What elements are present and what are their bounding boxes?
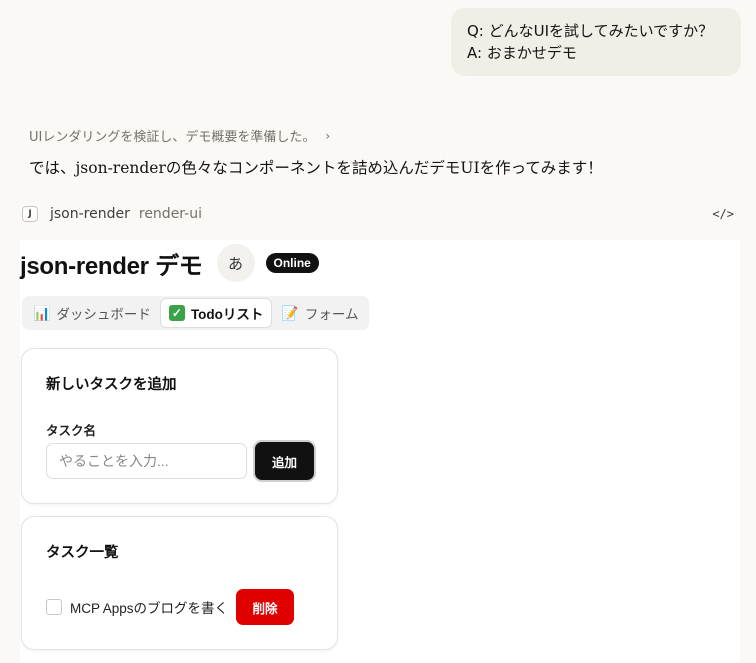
task-name-input[interactable] — [46, 443, 247, 479]
todo-checkbox[interactable] — [46, 599, 62, 615]
rendered-ui-frame: json-render デモ あ Online 📊 ダッシュボード ✓ Todo… — [20, 240, 740, 663]
assistant-reply: では、json-renderの色々なコンポーネントを詰め込んだデモUIを作ってみ… — [29, 159, 603, 177]
user-question: Q: どんなUIを試してみたいですか？ — [467, 22, 714, 40]
tab-form-label: フォーム — [304, 307, 359, 322]
thinking-summary[interactable]: UIレンダリングを検証し、デモ概要を準備した。 › — [29, 126, 330, 146]
app-title: json-render デモ — [20, 252, 203, 280]
add-task-button[interactable]: 追加 — [255, 442, 314, 480]
user-answer: A: おまかせデモ — [467, 44, 577, 62]
task-name-label: タスク名 — [46, 424, 97, 438]
tab-dashboard[interactable]: 📊 ダッシュボード — [25, 299, 159, 327]
delete-task-button[interactable]: 削除 — [236, 589, 295, 625]
task-list-card: タスク一覧 MCP Appsのブログを書く 削除 — [21, 516, 338, 650]
task-list-title: タスク一覧 — [46, 545, 119, 561]
tab-todo-list[interactable]: ✓ Todoリスト — [160, 299, 272, 327]
avatar: あ — [216, 244, 255, 282]
tab-form[interactable]: 📝 フォーム — [273, 299, 366, 327]
todo-text: MCP Appsのブログを書く — [70, 601, 229, 616]
artifact-name: json-render — [50, 206, 130, 222]
list-item: MCP Appsのブログを書く 削除 — [46, 589, 295, 625]
artifact-type: render-ui — [138, 206, 202, 222]
status-badge: Online — [265, 253, 319, 273]
code-toggle-icon[interactable]: </> — [712, 207, 734, 221]
check-mark-icon: ✓ — [168, 305, 185, 321]
tab-bar: 📊 ダッシュボード ✓ Todoリスト 📝 フォーム — [22, 296, 370, 330]
chevron-right-icon[interactable]: › — [325, 129, 330, 143]
tab-dashboard-label: ダッシュボード — [56, 307, 151, 322]
app-header: json-render デモ あ Online — [20, 244, 319, 282]
add-task-card-title: 新しいタスクを追加 — [46, 377, 177, 393]
bar-chart-icon: 📊 — [33, 304, 51, 321]
user-message-bubble: Q: どんなUIを試してみたいですか？ A: おまかせデモ — [451, 8, 741, 76]
tab-todo-list-label: Todoリスト — [190, 307, 264, 322]
artifact-header: J json-render render-ui </> — [22, 203, 734, 225]
artifact-json-icon: J — [22, 206, 38, 222]
thinking-summary-text: UIレンダリングを検証し、デモ概要を準備した。 — [29, 130, 316, 145]
memo-icon: 📝 — [281, 304, 299, 321]
add-task-card: 新しいタスクを追加 タスク名 追加 — [21, 348, 338, 504]
